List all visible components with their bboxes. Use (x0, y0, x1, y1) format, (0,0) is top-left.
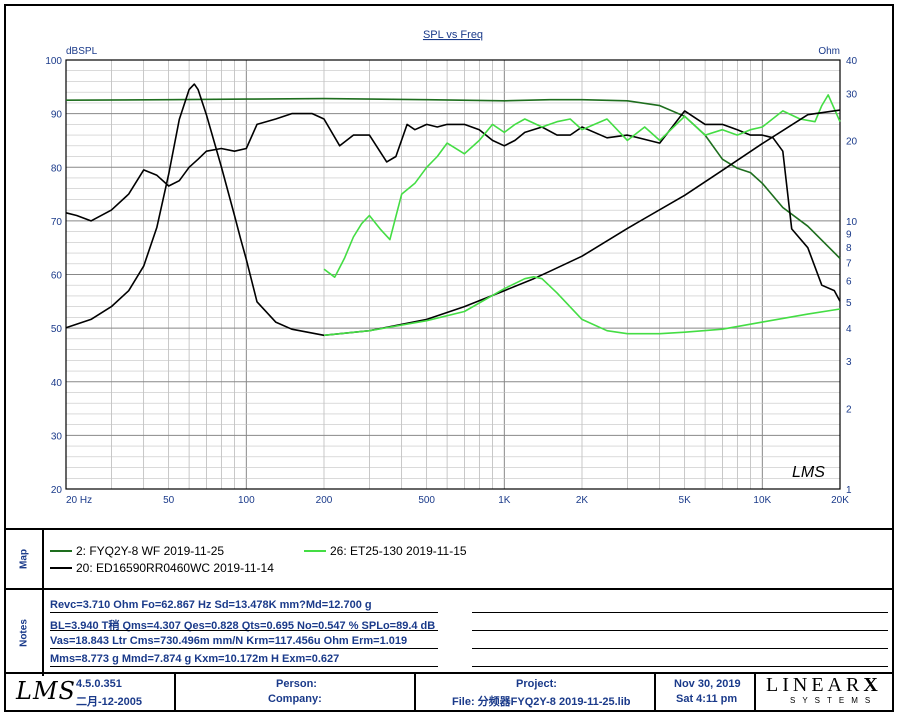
x-tick-label: 1K (498, 495, 511, 506)
build-date-label: 二月-12-2005 (76, 696, 143, 708)
note-row-3: Vas=18.843 Ltr Cms=730.496m mm/N Krm=117… (50, 635, 408, 647)
y-right-tick-label: 9 (846, 229, 852, 240)
y-right-tick-label: 10 (846, 217, 858, 228)
legend-item-ed16590[interactable]: 20: ED16590RR0460WC 2019-11-14 (50, 561, 274, 575)
linearx-systems-text: SYSTEMS (790, 696, 878, 705)
notes-panel: Notes Revc=3.710 Ohm Fo=62.867 Hz Sd=13.… (6, 588, 892, 676)
y-right-tick-label: 40 (846, 56, 858, 67)
note-row-1: Revc=3.710 Ohm Fo=62.867 Hz Sd=13.478K m… (50, 599, 372, 611)
note-underline (472, 666, 888, 667)
y-right-tick-label: 20 (846, 137, 858, 148)
y-right-tick-label: 7 (846, 259, 852, 270)
company-label: Company: (268, 693, 322, 705)
footer-bar: LMS 4.5.0.351 二月-12-2005 Person: Company… (6, 672, 892, 710)
y-left-tick-label: 30 (51, 431, 63, 442)
note-underline (50, 630, 438, 631)
legend-item-fyq2y[interactable]: 2: FYQ2Y-8 WF 2019-11-25 (50, 544, 224, 558)
note-underline (50, 666, 438, 667)
map-sidebar: Map (6, 530, 44, 588)
legend-swatch-ed16590 (50, 567, 72, 569)
y-right-tick-label: 6 (846, 277, 852, 288)
x-tick-label: 20 Hz (66, 495, 92, 506)
spl-vs-freq-chart: SPL vs FreqdBSPL Ohm203040506070809010012… (45, 29, 858, 506)
lms-window: SPL vs Freq dBSPL Ohm 20 30 40 50 60 70 80 90 100 1 2… (4, 4, 894, 712)
x-tick-label: 10K (753, 495, 771, 506)
y-right-tick-label: 5 (846, 298, 852, 309)
note-underline (472, 630, 888, 631)
footer-project-cell: Project: File: 分频器FYQ2Y-8 2019-11-25.lib (416, 674, 656, 710)
footer-brand-cell: LINEARX SYSTEMS (756, 674, 892, 710)
legend-label-ed16590: 20: ED16590RR0460WC 2019-11-14 (76, 561, 274, 575)
y-left-tick-label: 60 (51, 271, 63, 282)
linearx-logo: LINEARX (766, 674, 882, 697)
note-underline (472, 648, 888, 649)
notes-sidebar: Notes (6, 590, 44, 676)
linearx-logo-text: LINEAR (766, 674, 864, 696)
version-label: 4.5.0.351 (76, 678, 122, 690)
y-left-tick-label: 40 (51, 378, 63, 389)
y-left-tick-label: 80 (51, 163, 63, 174)
legend-label-et25: 26: ET25-130 2019-11-15 (330, 544, 467, 558)
lms-watermark: LMS (792, 464, 825, 481)
x-tick-label: 20K (831, 495, 849, 506)
x-tick-label: 500 (418, 495, 435, 506)
person-label: Person: (276, 678, 317, 690)
y-left-tick-label: 90 (51, 110, 63, 121)
map-sidebar-label: Map (18, 549, 30, 569)
project-label: Project: (516, 678, 557, 690)
legend-item-et25[interactable]: 26: ET25-130 2019-11-15 (304, 544, 467, 558)
time-label: Sat 4:11 pm (676, 693, 738, 705)
y-left-tick-label: 70 (51, 217, 63, 228)
note-row-4: Mms=8.773 g Mmd=7.874 g Kxm=10.172m H Ex… (50, 653, 340, 665)
y-left-tick-label: 20 (51, 485, 63, 496)
chart-title: SPL vs Freq (423, 29, 483, 41)
y-left-axis-label: dBSPL (66, 46, 98, 57)
note-underline (50, 612, 438, 613)
note-underline (472, 612, 888, 613)
notes-sidebar-label: Notes (18, 619, 30, 647)
y-right-tick-label: 8 (846, 243, 852, 254)
y-right-tick-label: 3 (846, 357, 852, 368)
y-right-axis-label: Ohm (818, 46, 840, 57)
footer-date-cell: Nov 30, 2019 Sat 4:11 pm (656, 674, 756, 710)
x-tick-label: 100 (238, 495, 255, 506)
footer-person-cell: Person: Company: (176, 674, 416, 710)
legend-swatch-fyq2y (50, 550, 72, 552)
file-label: File: 分频器FYQ2Y-8 2019-11-25.lib (452, 696, 631, 708)
y-right-tick-label: 4 (846, 324, 852, 335)
y-left-tick-label: 50 (51, 324, 63, 335)
map-panel: Map 2: FYQ2Y-8 WF 2019-11-25 20: ED16590… (6, 528, 892, 588)
note-underline (50, 648, 438, 649)
lms-logo: LMS (16, 677, 76, 705)
x-tick-label: 2K (576, 495, 589, 506)
date-label: Nov 30, 2019 (674, 678, 741, 690)
y-right-tick-label: 2 (846, 404, 852, 415)
footer-logo-cell: LMS 4.5.0.351 二月-12-2005 (6, 674, 176, 710)
legend-label-fyq2y: 2: FYQ2Y-8 WF 2019-11-25 (76, 544, 225, 558)
y-right-tick-label: 30 (846, 89, 858, 100)
x-tick-label: 5K (679, 495, 692, 506)
linearx-logo-x: X (863, 674, 882, 696)
y-left-tick-label: 100 (45, 56, 62, 67)
x-tick-label: 50 (163, 495, 175, 506)
x-tick-label: 200 (316, 495, 333, 506)
legend-swatch-et25 (304, 550, 326, 552)
